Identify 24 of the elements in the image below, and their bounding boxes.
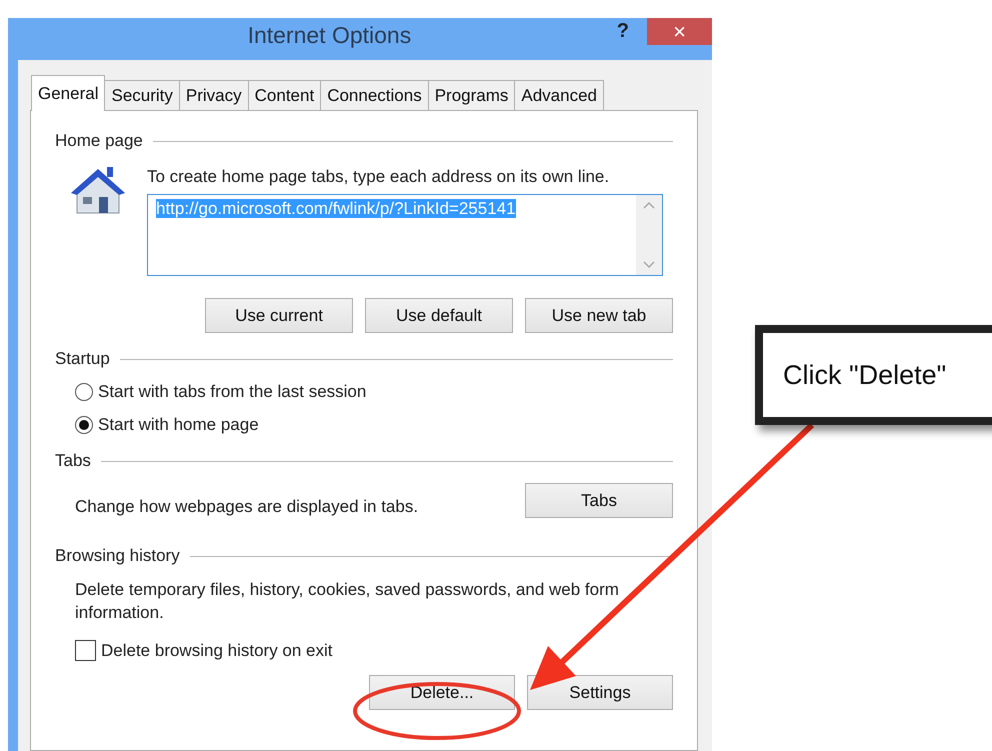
group-label: Browsing history xyxy=(55,546,180,566)
checkbox[interactable] xyxy=(75,640,96,661)
radio-label: Start with home page xyxy=(98,415,259,435)
action-button[interactable]: Settings xyxy=(527,675,673,710)
radio-button[interactable] xyxy=(75,416,93,434)
group-label: Startup xyxy=(55,349,110,369)
close-button[interactable]: × xyxy=(647,18,712,45)
radio-label: Start with tabs from the last session xyxy=(98,382,366,402)
help-button[interactable]: ? xyxy=(610,18,635,45)
action-button[interactable]: Use default xyxy=(365,298,513,333)
checkbox-label: Delete browsing history on exit xyxy=(101,640,333,660)
instruction-text: To create home page tabs, type each address on its own line. xyxy=(147,166,610,188)
group-label: Tabs xyxy=(55,451,91,471)
radio-button[interactable] xyxy=(75,383,93,401)
tabs-button[interactable]: Tabs xyxy=(525,483,673,518)
window-title: Internet Options xyxy=(246,22,412,49)
group-label: Home page xyxy=(55,131,143,151)
tab[interactable]: Advanced xyxy=(514,80,604,110)
history-description: Delete temporary files, history, cookies, saved passwords, and web form information. xyxy=(75,579,620,624)
tabs-description: Change how webpages are displayed in tabs. xyxy=(75,496,418,518)
action-button[interactable]: Use new tab xyxy=(525,298,673,333)
action-button[interactable]: Use current xyxy=(205,298,353,333)
tab[interactable]: General xyxy=(31,75,106,111)
callout-text: Click "Delete" xyxy=(783,360,946,390)
